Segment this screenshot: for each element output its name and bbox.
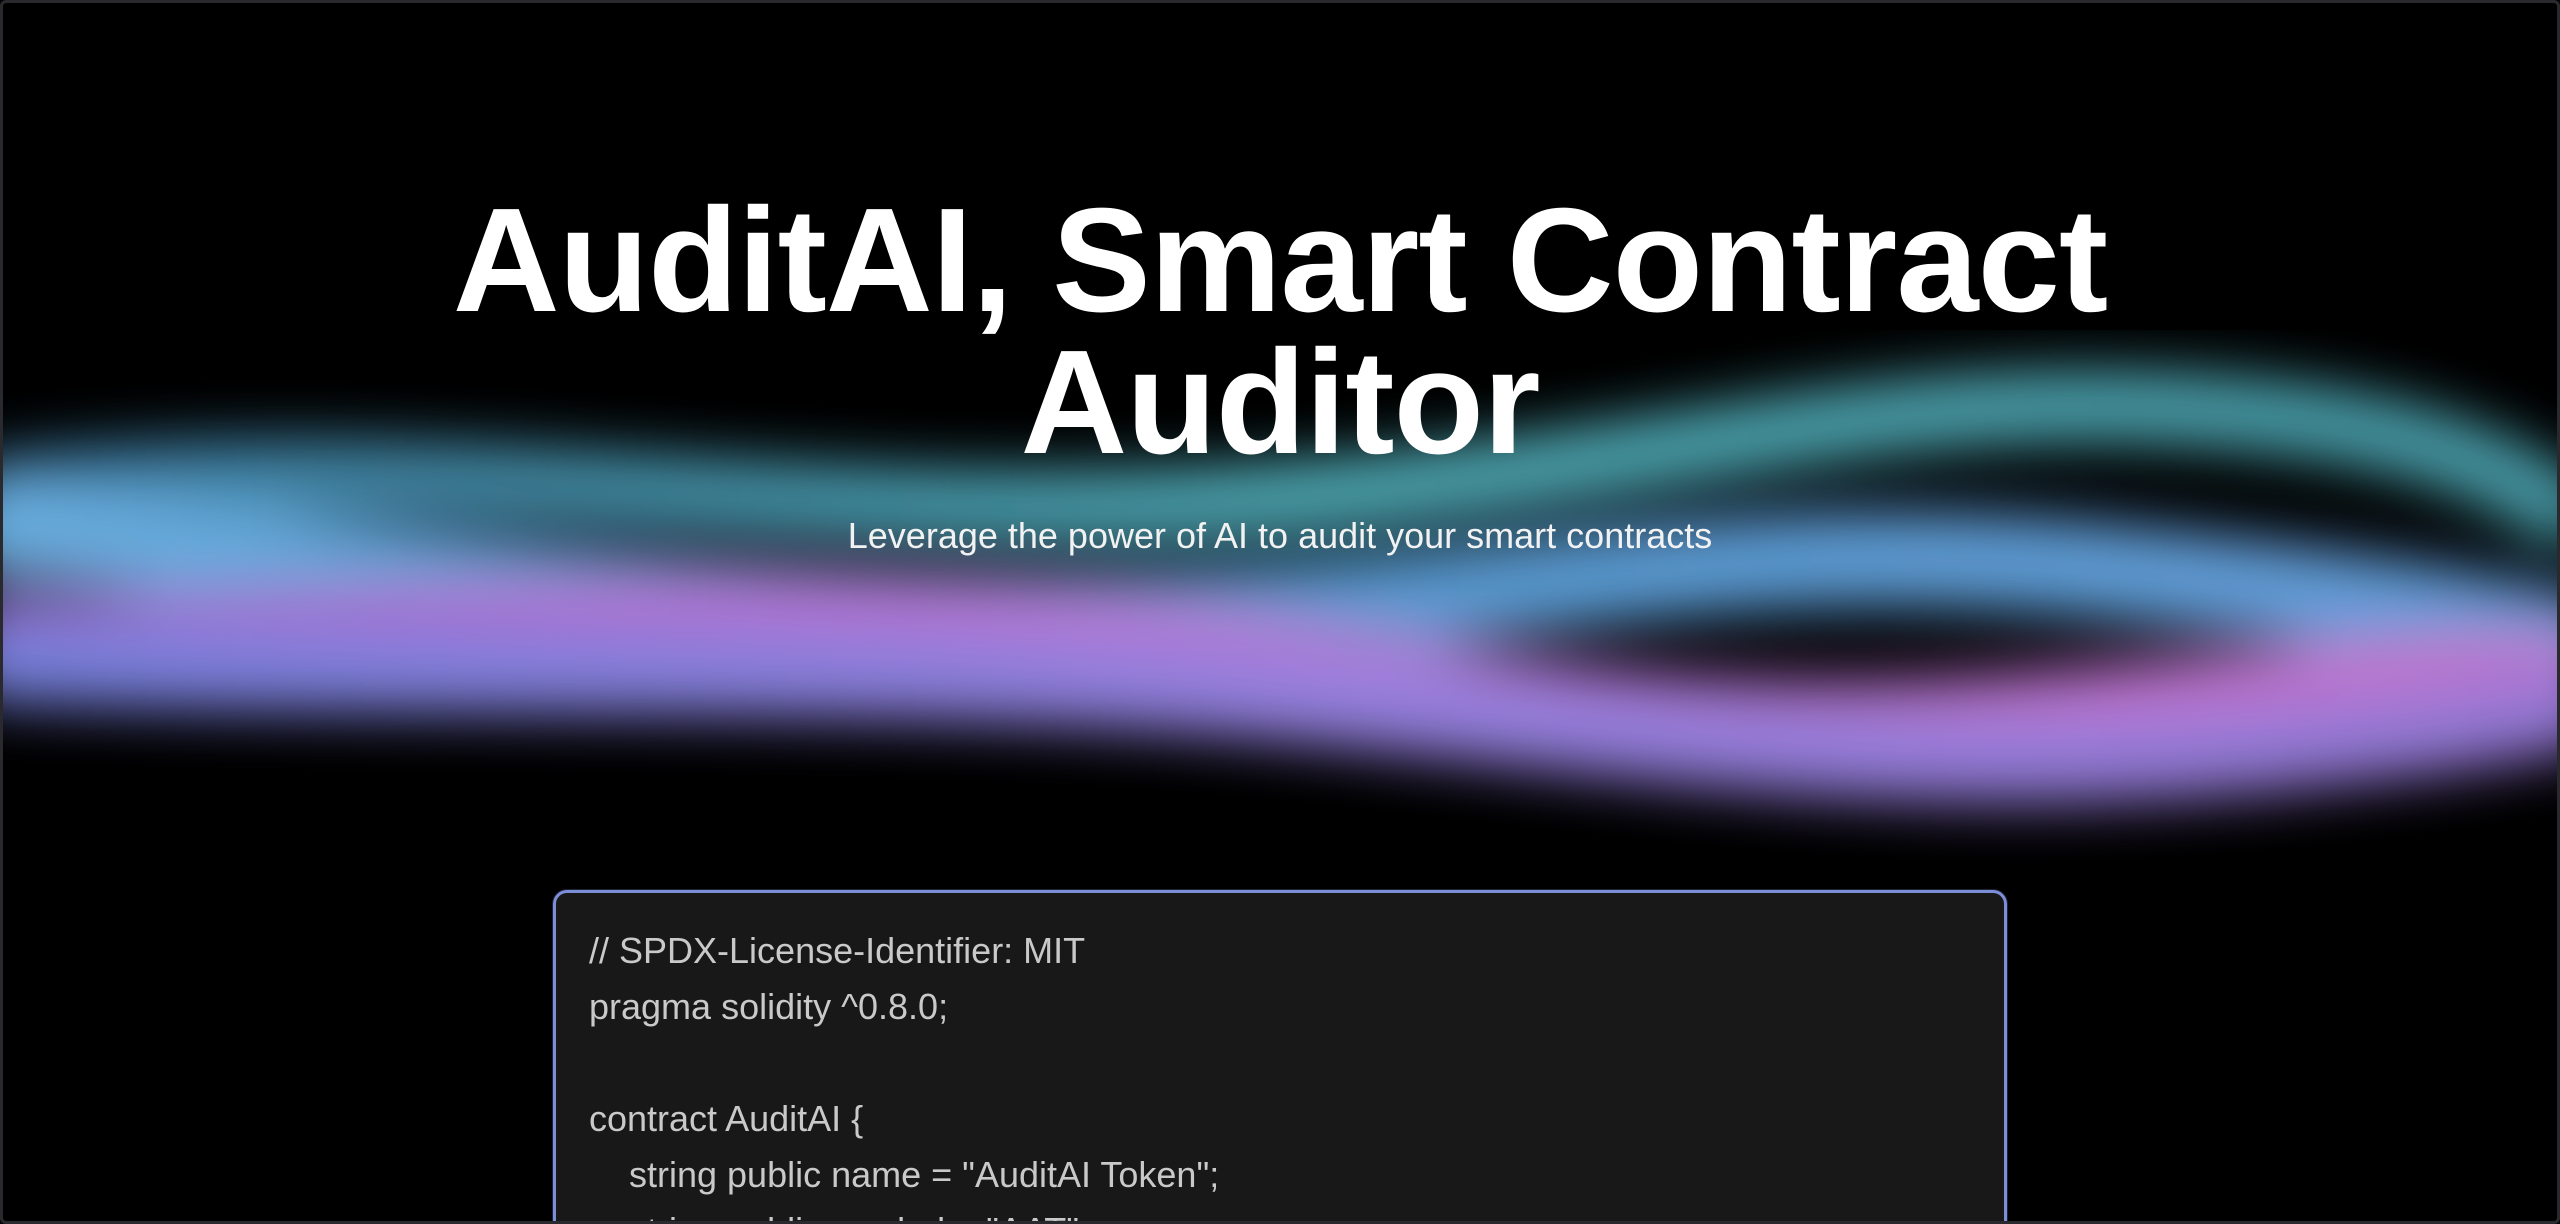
code-line: contract AuditAI { bbox=[589, 1098, 864, 1139]
code-line: string public symbol = "AAT"; bbox=[589, 1203, 1971, 1224]
page-title: AuditAI, Smart Contract Auditor bbox=[452, 178, 2108, 485]
contract-code-editor[interactable]: // SPDX-License-Identifier: MIT pragma s… bbox=[553, 890, 2007, 1224]
page-subtitle: Leverage the power of AI to audit your s… bbox=[847, 515, 1713, 556]
code-line: pragma solidity ^0.8.0; bbox=[589, 986, 949, 1027]
code-line: string public name = "AuditAI Token"; bbox=[629, 1154, 1220, 1195]
hero-section: AuditAI, Smart Contract Auditor Leverage… bbox=[0, 178, 2560, 558]
code-line: // SPDX-License-Identifier: MIT bbox=[589, 930, 1086, 971]
